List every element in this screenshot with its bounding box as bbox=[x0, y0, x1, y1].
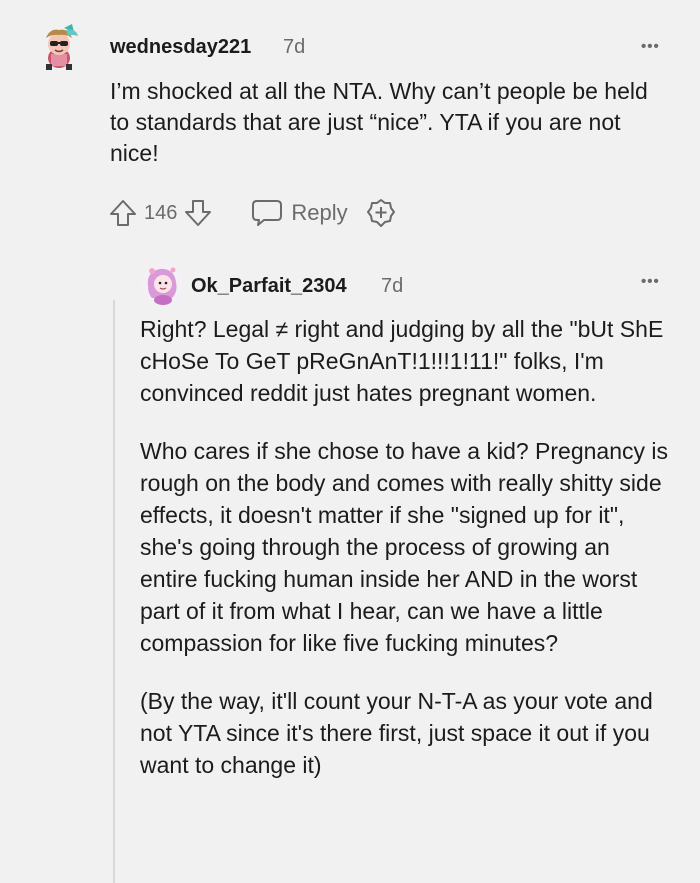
award-icon[interactable] bbox=[366, 198, 396, 228]
reply-label: Reply bbox=[291, 200, 348, 225]
downvote-icon[interactable] bbox=[183, 198, 213, 228]
reply-paragraph: Who cares if she chose to have a kid? Pr… bbox=[140, 438, 669, 656]
avatar[interactable] bbox=[36, 24, 82, 70]
upvote-icon[interactable] bbox=[108, 198, 138, 228]
comment-time: 7d bbox=[283, 36, 306, 58]
thread-line[interactable] bbox=[113, 300, 115, 883]
more-icon: ••• bbox=[641, 38, 660, 55]
reply-paragraph: (By the way, it'll count your N-T-A as y… bbox=[140, 688, 653, 778]
comment-username[interactable]: wednesday221 bbox=[110, 36, 251, 59]
reply-paragraph: Right? Legal ≠ right and judging by all … bbox=[140, 316, 664, 406]
comment-more-button[interactable]: ••• bbox=[641, 38, 660, 55]
reply-time: 7d bbox=[381, 275, 404, 297]
snoo-avatar-icon bbox=[46, 24, 78, 70]
vote-count: 146 bbox=[144, 201, 178, 224]
reply-icon bbox=[251, 198, 283, 228]
more-icon: ••• bbox=[641, 273, 660, 290]
reply-button[interactable]: Reply bbox=[251, 198, 348, 228]
reply-more-button[interactable]: ••• bbox=[641, 273, 660, 290]
comment-body: I’m shocked at all the NTA. Why can’t pe… bbox=[110, 78, 648, 166]
reply-body: Right? Legal ≠ right and judging by all … bbox=[140, 313, 670, 781]
reply-avatar[interactable] bbox=[140, 262, 184, 306]
reply-username[interactable]: Ok_Parfait_2304 bbox=[191, 275, 347, 298]
snoo-avatar-icon bbox=[141, 263, 183, 305]
comment-actions: 146 Reply bbox=[108, 197, 396, 229]
